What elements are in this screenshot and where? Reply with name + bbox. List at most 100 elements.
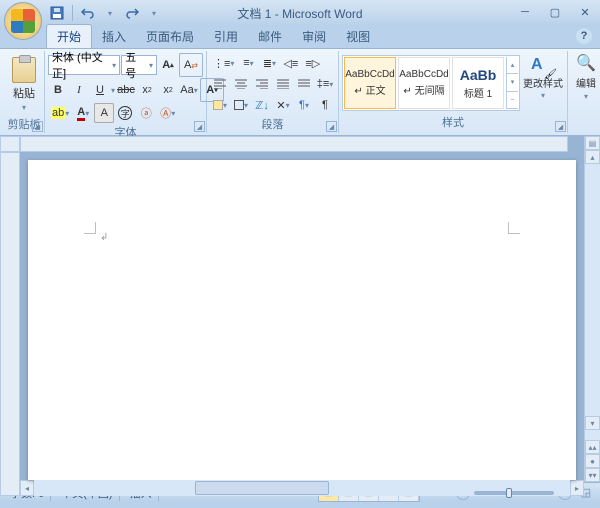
- ruler-toggle[interactable]: ▤: [585, 136, 600, 150]
- shading-button[interactable]: ▾: [210, 95, 230, 115]
- multilevel-button[interactable]: ≣▾: [259, 53, 279, 73]
- group-label-styles: 样式: [342, 113, 564, 131]
- line-spacing-button[interactable]: ‡≡▾: [315, 74, 335, 94]
- change-case-button[interactable]: A⇄: [181, 55, 201, 75]
- align-left-button[interactable]: [210, 74, 230, 94]
- bold-button[interactable]: B: [48, 80, 68, 100]
- qat-customize-icon[interactable]: ▾: [145, 4, 163, 22]
- group-font: 宋体 (中文正]▾ 五号▾ A▴ A⇄ B I U ▾ abc x2 x2 Aa…: [45, 51, 207, 133]
- grow-font-button[interactable]: A▴: [158, 55, 178, 75]
- office-button[interactable]: [4, 2, 42, 40]
- italic-button[interactable]: I: [69, 80, 89, 100]
- minimize-button[interactable]: ─: [514, 4, 536, 20]
- text-effects-button[interactable]: Aa▾: [179, 80, 199, 100]
- numbering-button[interactable]: ≡▾: [238, 53, 258, 73]
- clear-format-button[interactable]: Ⓐ▾: [157, 103, 178, 123]
- clipboard-icon: [12, 57, 36, 83]
- font-size-combo[interactable]: 五号▾: [121, 55, 157, 75]
- next-page-button[interactable]: ▾▾: [585, 468, 600, 482]
- browse-object-button[interactable]: ●: [585, 454, 600, 468]
- document-viewport[interactable]: ↲: [20, 152, 584, 480]
- hscroll-right[interactable]: ▸: [570, 480, 584, 496]
- change-styles-button[interactable]: A🖌 更改样式 ▾: [522, 56, 564, 110]
- tab-view[interactable]: 视图: [336, 25, 380, 48]
- superscript-button[interactable]: x2: [158, 80, 178, 100]
- align-right-button[interactable]: [252, 74, 272, 94]
- vscroll-track[interactable]: [585, 164, 600, 416]
- margin-mark-tl: [84, 222, 96, 234]
- paragraph-marks-button[interactable]: ¶: [315, 95, 335, 115]
- enclose-char-button[interactable]: 字: [115, 103, 135, 123]
- group-editing: 🔍 编辑 ▾: [568, 51, 600, 133]
- vertical-ruler[interactable]: [0, 152, 20, 496]
- tab-page-layout[interactable]: 页面布局: [136, 25, 204, 48]
- subscript-button[interactable]: x2: [137, 80, 157, 100]
- zoom-slider-thumb[interactable]: [506, 488, 512, 498]
- group-styles: AaBbCcDd ↵ 正文 AaBbCcDd ↵ 无间隔 AaBb 标题 1 ▴…: [339, 51, 568, 133]
- font-name-combo[interactable]: 宋体 (中文正]▾: [48, 55, 120, 75]
- sort-button[interactable]: ℤ↓: [252, 95, 272, 115]
- tab-references[interactable]: 引用: [204, 25, 248, 48]
- ruler-corner[interactable]: [0, 136, 20, 152]
- zoom-slider[interactable]: [474, 491, 554, 495]
- clipboard-launcher[interactable]: ◢: [32, 121, 43, 132]
- vscroll-down[interactable]: ▾: [585, 416, 600, 430]
- paste-label: 粘贴: [13, 85, 35, 101]
- borders-button[interactable]: ▾: [231, 95, 251, 115]
- prev-page-button[interactable]: ▴▴: [585, 440, 600, 454]
- font-launcher[interactable]: ◢: [194, 121, 205, 132]
- window-title: 文档 1 - Microsoft Word: [237, 5, 362, 22]
- bullets-button[interactable]: ⋮≡▾: [210, 53, 237, 73]
- paragraph-launcher[interactable]: ◢: [326, 121, 337, 132]
- page[interactable]: ↲: [28, 160, 576, 480]
- close-button[interactable]: ✕: [574, 4, 596, 20]
- group-label-paragraph: 段落: [210, 115, 335, 133]
- editing-button[interactable]: 🔍 编辑 ▾: [571, 53, 600, 107]
- group-paragraph: ⋮≡▾ ≡▾ ≣▾ ◁≡ ≡▷: [207, 51, 339, 133]
- horizontal-ruler[interactable]: [20, 136, 568, 152]
- phonetic-guide-button[interactable]: ⓐ: [136, 103, 156, 123]
- asian-layout-button[interactable]: ✕▾: [273, 95, 293, 115]
- style-row-down[interactable]: ▾: [507, 74, 518, 91]
- paste-button[interactable]: 粘贴 ▾: [7, 53, 41, 115]
- align-center-button[interactable]: [231, 74, 251, 94]
- styles-launcher[interactable]: ◢: [555, 121, 566, 132]
- tab-review[interactable]: 审阅: [292, 25, 336, 48]
- style-row-up[interactable]: ▴: [507, 57, 518, 74]
- group-clipboard: 粘贴 ▾ 剪贴板 ◢: [4, 51, 45, 133]
- ribbon-tabs: 开始 插入 页面布局 引用 邮件 审阅 视图 ?: [46, 26, 600, 48]
- show-marks-button[interactable]: ¶▾: [294, 95, 314, 115]
- chevron-down-icon: ▾: [22, 103, 26, 112]
- style-no-spacing[interactable]: AaBbCcDd ↵ 无间隔: [398, 57, 450, 109]
- increase-indent-button[interactable]: ≡▷: [302, 53, 323, 73]
- undo-icon[interactable]: [79, 4, 97, 22]
- tab-insert[interactable]: 插入: [92, 25, 136, 48]
- tab-home[interactable]: 开始: [46, 24, 92, 48]
- strikethrough-button[interactable]: abc: [116, 80, 136, 100]
- justify-button[interactable]: [273, 74, 293, 94]
- highlight-button[interactable]: ab▾: [48, 103, 72, 123]
- save-icon[interactable]: [48, 4, 66, 22]
- vertical-scrollbar: ▤ ▴ ▾ ▴▴ ● ▾▾: [584, 136, 600, 482]
- style-gallery-expand[interactable]: ⎯: [507, 92, 518, 109]
- style-normal[interactable]: AaBbCcDd ↵ 正文: [344, 57, 396, 109]
- style-heading1[interactable]: AaBb 标题 1: [452, 57, 504, 109]
- font-color-button[interactable]: A▾: [73, 103, 93, 123]
- undo-dropdown-icon[interactable]: ▾: [101, 4, 119, 22]
- hscroll-thumb[interactable]: [195, 481, 329, 495]
- redo-icon[interactable]: [123, 4, 141, 22]
- tab-mailings[interactable]: 邮件: [248, 25, 292, 48]
- distributed-button[interactable]: [294, 74, 314, 94]
- help-icon[interactable]: ?: [576, 28, 592, 44]
- underline-button[interactable]: U: [90, 80, 110, 100]
- margin-mark-tr: [508, 222, 520, 234]
- ribbon: 粘贴 ▾ 剪贴板 ◢ 宋体 (中文正]▾ 五号▾ A▴ A⇄ B I U ▾: [0, 48, 600, 136]
- character-shading-button[interactable]: A: [94, 103, 114, 123]
- vscroll-up[interactable]: ▴: [585, 150, 600, 164]
- decrease-indent-button[interactable]: ◁≡: [280, 53, 301, 73]
- title-bar: ▾ ▾ 文档 1 - Microsoft Word ─ ▢ ✕: [0, 0, 600, 26]
- maximize-button[interactable]: ▢: [544, 4, 566, 20]
- change-styles-icon: A🖌: [531, 56, 555, 78]
- hscroll-left[interactable]: ◂: [20, 480, 34, 496]
- binoculars-icon: 🔍: [576, 53, 596, 73]
